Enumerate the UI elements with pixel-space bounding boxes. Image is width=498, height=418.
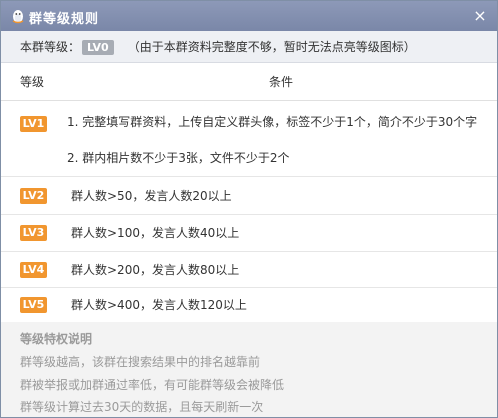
privilege-note: 群等级计算过去30天的数据，且每天刷新一次 <box>20 400 264 414</box>
title-bar: 群等级规则 × <box>1 1 497 31</box>
condition-text: 2. 群内相片数不少于3张，文件不少于2个 <box>67 151 290 165</box>
condition-text: 1. 完整填写群资料，上传自定义群头像，标签不少于1个，简介不少于30个字 <box>67 115 478 129</box>
condition-text: 群人数>50，发言人数20以上 <box>71 189 232 203</box>
table-row: LV2 群人数>50，发言人数20以上 <box>1 177 497 215</box>
header-level: 等级 <box>20 75 45 89</box>
current-level-note: （由于本群资料完整度不够，暂时无法点亮等级图标） <box>127 40 416 54</box>
table-row: LV4 群人数>200，发言人数80以上 <box>1 252 497 288</box>
group-level-rules-window: 群等级规则 × 本群等级： LV0 （由于本群资料完整度不够，暂时无法点亮等级图标）… <box>0 0 498 418</box>
window-title: 群等级规则 <box>29 12 100 27</box>
table-row: LV5 群人数>400，发言人数120以上 <box>1 288 497 322</box>
table-header: 等级 条件 <box>1 63 497 101</box>
privilege-notes: 等级特权说明 群等级越高，该群在搜索结果中的排名越靠前 群被举报或加群通过率低，… <box>1 322 497 417</box>
condition-text: 群人数>200，发言人数80以上 <box>71 263 240 277</box>
current-level-badge: LV0 <box>82 40 114 55</box>
level-badge-lv3: LV3 <box>20 225 47 241</box>
level-badge-lv5: LV5 <box>20 297 47 313</box>
privilege-note: 群被举报或加群通过率低，有可能群等级会被降低 <box>20 378 285 392</box>
current-level-bar: 本群等级： LV0 （由于本群资料完整度不够，暂时无法点亮等级图标） <box>1 31 497 63</box>
close-icon[interactable]: × <box>471 7 489 25</box>
privilege-notes-title: 等级特权说明 <box>20 332 93 346</box>
level-badge-lv4: LV4 <box>20 262 47 278</box>
privilege-note: 群等级越高，该群在搜索结果中的排名越靠前 <box>20 355 261 369</box>
table-row: LV1 1. 完整填写群资料，上传自定义群头像，标签不少于1个，简介不少于30个… <box>1 101 497 177</box>
table-row: LV3 群人数>100，发言人数40以上 <box>1 215 497 252</box>
qq-penguin-icon <box>12 10 24 24</box>
level-badge-lv2: LV2 <box>20 188 47 204</box>
level-badge-lv1: LV1 <box>20 116 47 132</box>
current-level-label: 本群等级： <box>20 40 81 54</box>
header-condition: 条件 <box>269 75 294 89</box>
condition-text: 群人数>100，发言人数40以上 <box>71 226 240 240</box>
condition-text: 群人数>400，发言人数120以上 <box>71 298 247 312</box>
